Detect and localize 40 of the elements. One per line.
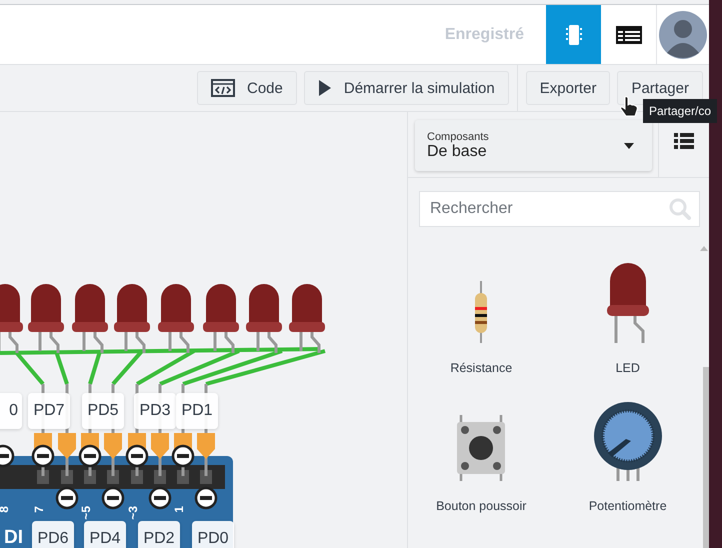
- dropdown-label: Composants: [427, 130, 490, 142]
- pin-label: PD3: [134, 393, 176, 429]
- chip-icon: [566, 24, 582, 46]
- component-name: Potentiomètre: [588, 499, 667, 513]
- avatar[interactable]: [659, 10, 707, 58]
- pin-number: 1: [172, 506, 186, 513]
- pin-number: ~5: [79, 506, 93, 520]
- list-icon: [674, 132, 694, 148]
- pin-label: PD7: [28, 393, 70, 429]
- pin-label: PD4: [84, 521, 126, 548]
- led-icon[interactable]: [606, 261, 649, 343]
- search-icon: [669, 198, 691, 220]
- save-status: Enregistré: [444, 26, 524, 44]
- category-dropdown[interactable]: Composants De base: [415, 120, 652, 171]
- push-button-icon[interactable]: [455, 415, 508, 481]
- dropdown-value: De base: [427, 142, 488, 160]
- code-icon: [211, 79, 235, 97]
- component-name: Résistance: [450, 361, 512, 375]
- pin-number: ~3: [126, 506, 140, 520]
- play-icon: [318, 80, 332, 96]
- search-field[interactable]: Rechercher: [419, 191, 700, 227]
- pin-label: PD0: [192, 521, 234, 548]
- hand-cursor-icon: [619, 96, 639, 118]
- pin-label: PD5: [82, 393, 124, 429]
- component-name: Bouton poussoir: [436, 499, 526, 513]
- pin-label: PD1: [176, 393, 218, 429]
- pin-number: 7: [32, 506, 46, 513]
- component-name: LED: [616, 361, 640, 375]
- resistor-icon[interactable]: [473, 281, 490, 343]
- toolbar-button[interactable]: Exporter: [526, 71, 610, 105]
- pin-label: PD2: [138, 521, 180, 548]
- board-text: DI: [4, 527, 23, 548]
- tooltip: Partager/co: [643, 99, 718, 123]
- pin-label: PD6: [32, 521, 74, 548]
- potentiometer-icon[interactable]: [592, 401, 663, 481]
- code-button[interactable]: Code: [197, 71, 297, 105]
- caret-icon: [624, 142, 634, 148]
- table-icon: [616, 26, 642, 44]
- start-simulation-button[interactable]: Démarrer la simulation: [304, 71, 509, 105]
- pin-label: 0: [0, 393, 22, 429]
